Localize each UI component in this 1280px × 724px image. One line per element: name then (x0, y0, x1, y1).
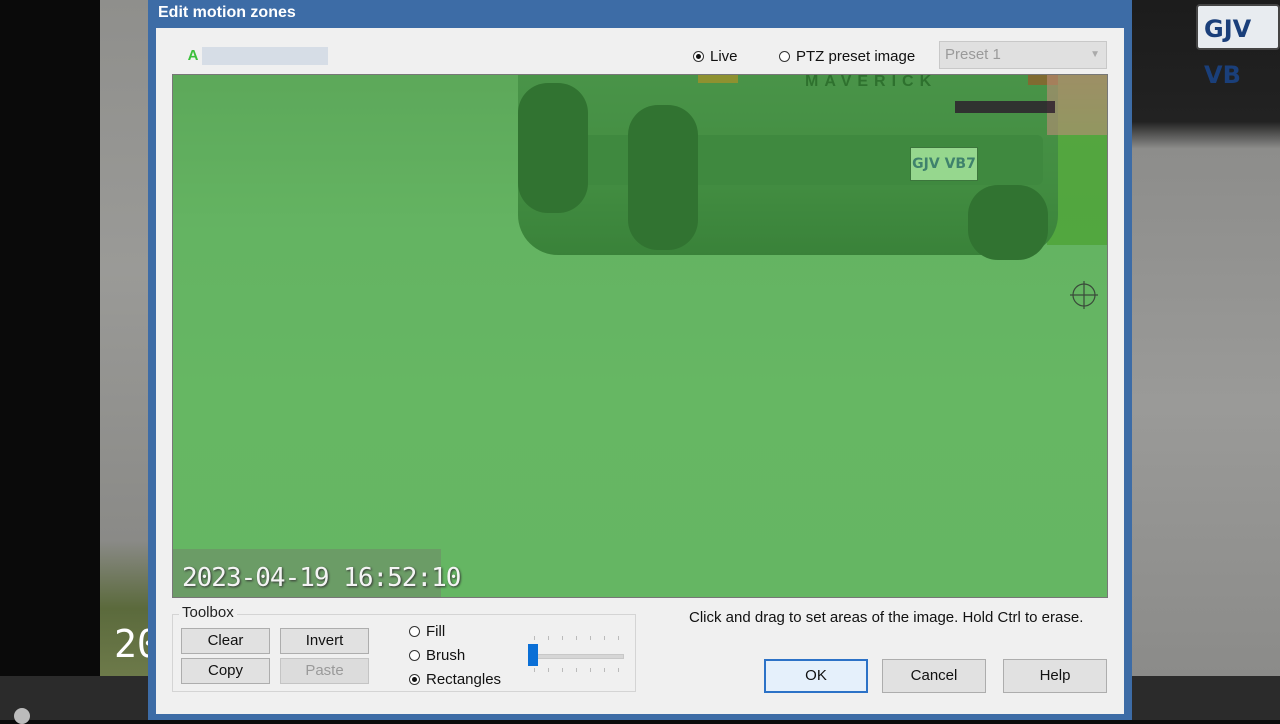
brush-mode-option[interactable]: Brush (409, 647, 465, 664)
instruction-text: Click and drag to set areas of the image… (689, 609, 1084, 626)
edit-motion-zones-dialog: Edit motion zones A Live PTZ preset imag… (148, 0, 1132, 720)
rectangles-mode-radio[interactable] (409, 674, 420, 685)
preset-value: Preset 1 (945, 46, 1001, 63)
zone-c[interactable] (220, 47, 238, 65)
ptz-label: PTZ preset image (796, 48, 916, 65)
background-camera-left (100, 0, 150, 676)
brush-size-ticks (534, 668, 620, 672)
dialog-body: A Live PTZ preset image Preset 1 ▼ MAVER… (156, 28, 1124, 714)
preset-select[interactable]: Preset 1 ▼ (939, 41, 1107, 69)
zone-b[interactable] (202, 47, 220, 65)
brush-mode-label: Brush (426, 647, 466, 664)
invert-button[interactable]: Invert (280, 628, 369, 654)
live-radio[interactable] (693, 51, 704, 62)
zone-d[interactable] (238, 47, 256, 65)
copy-button[interactable]: Copy (181, 658, 270, 684)
motion-zone-mask (173, 75, 1107, 597)
clear-button[interactable]: Clear (181, 628, 270, 654)
unmasked-area (1047, 75, 1107, 135)
camera-timestamp: 2023-04-19 16:52:10 (182, 563, 461, 593)
brush-size-ticks (534, 636, 620, 640)
rectangles-mode-label: Rectangles (426, 671, 502, 688)
background-status-dot (14, 708, 30, 724)
zone-h[interactable] (310, 47, 328, 65)
toolbox-label: Toolbox (179, 604, 237, 621)
live-label: Live (710, 48, 738, 65)
erased-region (955, 101, 1055, 113)
brush-size-slider-thumb[interactable] (528, 644, 538, 666)
ptz-radio[interactable] (779, 51, 790, 62)
dialog-title: Edit motion zones (158, 4, 296, 21)
zone-e[interactable] (256, 47, 274, 65)
fill-mode-radio[interactable] (409, 626, 420, 637)
paste-button[interactable]: Paste (280, 658, 369, 684)
camera-image-canvas[interactable]: MAVERICK GJV VB7 2023-04-19 16:52:10 (172, 74, 1108, 598)
ok-button[interactable]: OK (764, 659, 868, 693)
ptz-radio-option[interactable]: PTZ preset image (779, 48, 915, 65)
crosshair-cursor-icon (1070, 281, 1098, 309)
background-camera-right (1132, 0, 1280, 676)
live-radio-option[interactable]: Live (693, 48, 738, 65)
zone-f[interactable] (274, 47, 292, 65)
help-button[interactable]: Help (1003, 659, 1107, 693)
zone-selector: A (184, 47, 328, 65)
fill-mode-option[interactable]: Fill (409, 623, 445, 640)
brush-mode-radio[interactable] (409, 650, 420, 661)
zone-g[interactable] (292, 47, 310, 65)
chevron-down-icon: ▼ (1090, 49, 1100, 60)
background-license-plate: GJV VB (1196, 4, 1280, 89)
background-left-panel (0, 0, 100, 720)
cancel-button[interactable]: Cancel (882, 659, 986, 693)
zone-a[interactable]: A (184, 47, 202, 65)
fill-mode-label: Fill (426, 623, 446, 640)
rectangles-mode-option[interactable]: Rectangles (409, 671, 501, 688)
brush-size-slider-track[interactable] (528, 654, 624, 659)
